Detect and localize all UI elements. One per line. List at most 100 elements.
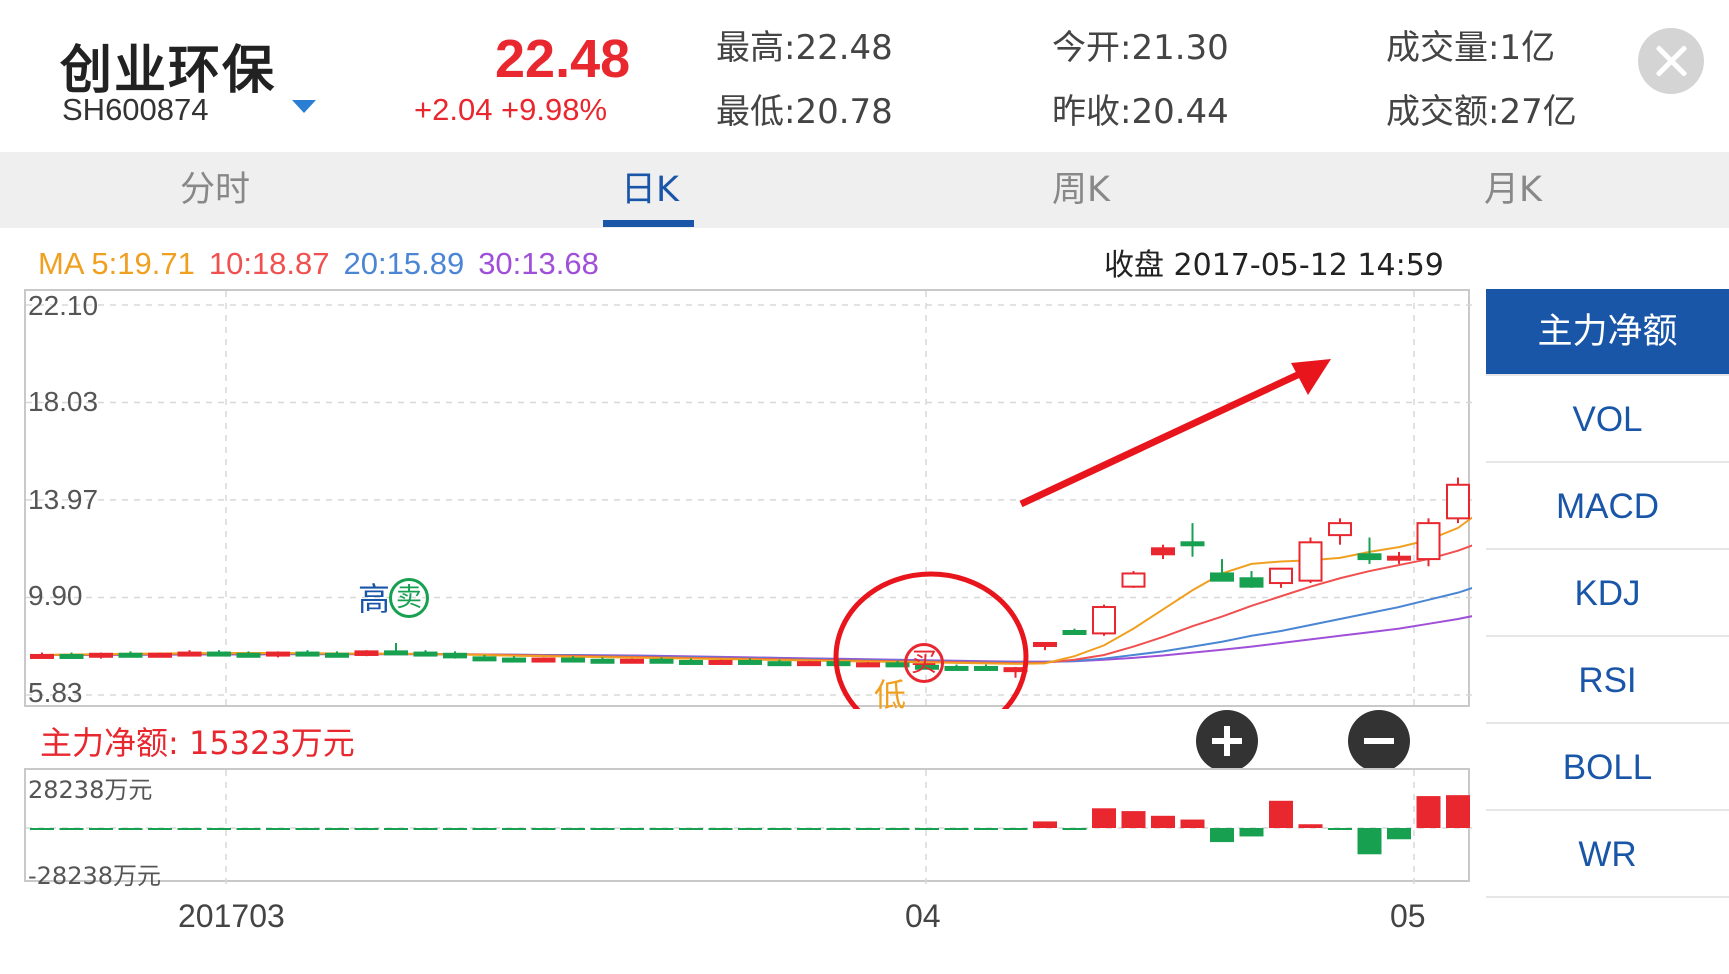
tab-daily-k[interactable]: 日K bbox=[565, 152, 735, 228]
indicator-vol[interactable]: VOL bbox=[1486, 376, 1729, 463]
indicator-macd[interactable]: MACD bbox=[1486, 463, 1729, 550]
ma30-line bbox=[42, 615, 1472, 663]
ma-legend: MA 5:19.71 10:18.87 20:15.89 30:13.68 bbox=[38, 246, 613, 282]
y-tick-label: 18.03 bbox=[28, 386, 99, 417]
net-flow-label: 主力净额: 15323万元 bbox=[40, 724, 355, 762]
tab-weekly-k[interactable]: 周K bbox=[996, 152, 1166, 228]
candle-body bbox=[738, 659, 762, 665]
candlestick-chart[interactable] bbox=[24, 289, 1472, 709]
net-flow-bar bbox=[856, 828, 880, 830]
close-timestamp: 收盘 2017-05-12 14:59 bbox=[1104, 248, 1444, 283]
candlestick-plot bbox=[26, 291, 1472, 709]
net-flow-bar bbox=[1357, 828, 1382, 855]
candle-body bbox=[1180, 541, 1205, 547]
indicator-rsi[interactable]: RSI bbox=[1486, 637, 1729, 724]
trend-arrow-line bbox=[1019, 367, 1308, 508]
ma20-label: 20:15.89 bbox=[343, 246, 465, 281]
candle-body bbox=[797, 661, 821, 667]
candle-body bbox=[1239, 577, 1264, 588]
net-flow-bar bbox=[472, 828, 497, 830]
candle-body bbox=[1121, 572, 1146, 588]
candle-body bbox=[620, 658, 644, 664]
minus-icon[interactable] bbox=[1348, 710, 1410, 772]
tab-intraday[interactable]: 分时 bbox=[130, 152, 300, 228]
net-flow-bar bbox=[1328, 828, 1352, 830]
net-flow-bar bbox=[826, 828, 851, 830]
y-tick-label: 9.90 bbox=[28, 580, 83, 611]
candle-body bbox=[1062, 629, 1087, 635]
indicator-net-flow[interactable]: 主力净额 bbox=[1486, 289, 1729, 376]
indicator-panel: 主力净额 VOL MACD KDJ RSI BOLL WR bbox=[1486, 289, 1729, 898]
candle-body bbox=[1269, 567, 1293, 585]
ma5-line bbox=[41, 516, 1472, 665]
y-tick-label: 22.10 bbox=[28, 290, 99, 321]
indicator-boll[interactable]: BOLL bbox=[1486, 724, 1729, 811]
net-flow-bar bbox=[590, 828, 615, 830]
tab-monthly-k[interactable]: 月K bbox=[1428, 152, 1598, 228]
candle-body bbox=[413, 651, 438, 657]
candle-body bbox=[1416, 522, 1441, 561]
net-flow-bar bbox=[236, 828, 261, 830]
chevron-down-icon[interactable] bbox=[292, 100, 316, 113]
net-flow-bar bbox=[1298, 824, 1323, 828]
net-flow-bar bbox=[325, 828, 349, 830]
net-flow-bar bbox=[384, 828, 408, 830]
candle-body bbox=[472, 656, 497, 662]
net-flow-bar bbox=[1003, 828, 1028, 830]
net-flow-bar bbox=[207, 828, 231, 830]
low-price: 最低:20.78 bbox=[716, 92, 893, 132]
net-flow-chart[interactable] bbox=[24, 768, 1472, 884]
candle-body bbox=[1210, 572, 1234, 582]
close-icon[interactable] bbox=[1638, 28, 1704, 94]
net-flow-bar bbox=[1416, 796, 1441, 828]
net-flow-bar bbox=[944, 828, 969, 830]
sell-marker: 卖 bbox=[389, 578, 429, 618]
candle-body bbox=[236, 652, 261, 658]
net-flow-bar bbox=[413, 828, 438, 830]
candle-body bbox=[974, 665, 998, 671]
turnover: 成交额:27亿 bbox=[1386, 92, 1577, 132]
candle-body bbox=[295, 651, 320, 657]
stock-code: SH600874 bbox=[62, 92, 209, 127]
candle-body bbox=[325, 652, 349, 658]
price-change: +2.04 +9.98% bbox=[414, 92, 608, 127]
x-tick-label: 05 bbox=[1390, 898, 1426, 934]
net-flow-bar bbox=[59, 828, 84, 830]
net-flow-bar bbox=[1269, 800, 1293, 828]
net-flow-top-label: 28238万元 bbox=[28, 776, 153, 804]
net-flow-bar bbox=[797, 828, 821, 830]
candle-body bbox=[1151, 547, 1175, 556]
net-flow-bar bbox=[561, 828, 585, 830]
candle-body bbox=[59, 653, 84, 659]
net-flow-bar bbox=[177, 828, 202, 830]
candle-body bbox=[649, 658, 674, 664]
candle-body bbox=[944, 665, 969, 671]
high-price: 最高:22.48 bbox=[716, 28, 893, 68]
indicator-kdj[interactable]: KDJ bbox=[1486, 550, 1729, 637]
net-flow-bar bbox=[1033, 821, 1057, 828]
net-flow-bar bbox=[1121, 811, 1146, 828]
plus-icon[interactable] bbox=[1196, 710, 1258, 772]
current-price: 22.48 bbox=[495, 29, 631, 89]
candle-body bbox=[1033, 641, 1057, 647]
candle-body bbox=[1092, 606, 1116, 635]
candle-body bbox=[89, 652, 113, 658]
net-flow-bar bbox=[118, 828, 143, 830]
indicator-wr[interactable]: WR bbox=[1486, 811, 1729, 898]
prev-close-price: 昨收:20.44 bbox=[1052, 92, 1229, 132]
quote-header: 创业环保 SH600874 22.48 +2.04 +9.98% 最高:22.4… bbox=[0, 0, 1729, 150]
net-flow-bar bbox=[354, 828, 379, 830]
net-flow-bar bbox=[708, 828, 733, 830]
net-flow-bar bbox=[1180, 819, 1205, 828]
buy-zone-circle bbox=[833, 571, 1029, 709]
net-flow-bar bbox=[502, 828, 526, 830]
net-flow-bar bbox=[1092, 808, 1116, 828]
net-flow-bar bbox=[620, 828, 644, 830]
net-flow-bar bbox=[295, 828, 320, 830]
net-flow-bar bbox=[974, 828, 998, 830]
net-flow-bar bbox=[915, 828, 939, 830]
ma10-line bbox=[41, 544, 1472, 665]
low-marker-label: 低 bbox=[874, 676, 907, 714]
candle-body bbox=[856, 662, 880, 668]
candle-body bbox=[531, 657, 556, 663]
